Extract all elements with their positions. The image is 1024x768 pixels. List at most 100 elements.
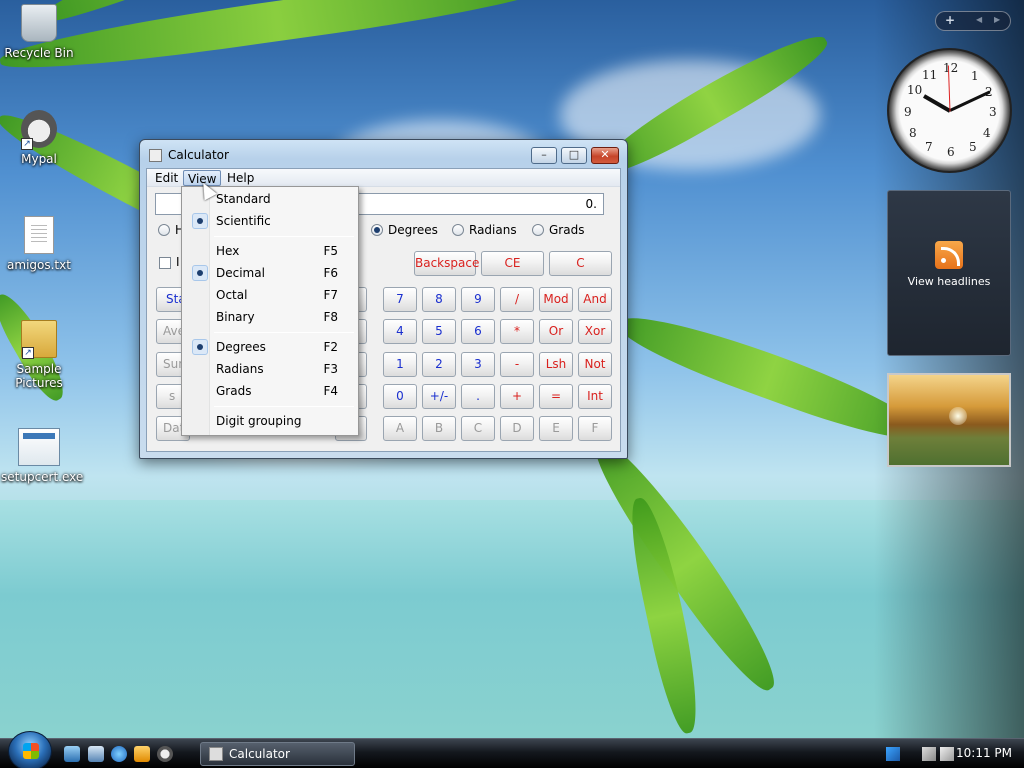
folder-icon: ↗ xyxy=(21,320,57,359)
clear-button[interactable]: C xyxy=(549,251,612,276)
menu-item-label: Digit grouping xyxy=(216,414,302,428)
menu-item-shortcut: F5 xyxy=(323,244,338,258)
menu-item-shortcut: F6 xyxy=(323,266,338,280)
negate-button[interactable]: +/- xyxy=(422,384,456,409)
menu-item-shortcut: F4 xyxy=(323,384,338,398)
menu-item-octal[interactable]: Octal F7 xyxy=(184,284,356,306)
clock-number: 12 xyxy=(943,61,959,75)
digit-1-button[interactable]: 1 xyxy=(383,352,417,377)
digit-7-button[interactable]: 7 xyxy=(383,287,417,312)
menu-separator xyxy=(214,332,354,333)
add-button[interactable]: + xyxy=(500,384,534,409)
view-headlines-label[interactable]: View headlines xyxy=(888,275,1010,288)
hex-a-button[interactable]: A xyxy=(383,416,417,441)
minimize-button[interactable]: – xyxy=(531,147,557,164)
close-button[interactable]: ✕ xyxy=(591,147,619,164)
radio-radians[interactable]: Radians xyxy=(452,223,517,237)
desktop-icon-amigos[interactable]: amigos.txt xyxy=(1,216,77,272)
feed-headlines-gadget[interactable]: View headlines xyxy=(887,190,1011,356)
hex-b-button[interactable]: B xyxy=(422,416,456,441)
not-button[interactable]: Not xyxy=(578,352,612,377)
hex-d-button[interactable]: D xyxy=(500,416,534,441)
menu-item-digit-grouping[interactable]: Digit grouping xyxy=(184,410,356,432)
internet-explorer-icon[interactable] xyxy=(111,746,127,762)
lsh-button[interactable]: Lsh xyxy=(539,352,573,377)
digit-4-button[interactable]: 4 xyxy=(383,319,417,344)
menu-item-radians[interactable]: Radians F3 xyxy=(184,358,356,380)
calculator-app-icon xyxy=(149,149,162,162)
xor-button[interactable]: Xor xyxy=(578,319,612,344)
slideshow-gadget[interactable] xyxy=(887,373,1011,467)
shortcut-arrow-icon: ↗ xyxy=(21,138,33,150)
menu-item-scientific[interactable]: Scientific xyxy=(184,210,356,232)
radio-grads[interactable]: Grads xyxy=(532,223,584,237)
gadget-next-button[interactable]: ▶ xyxy=(994,15,1000,24)
radio-radians-label: Radians xyxy=(469,223,517,237)
subtract-button[interactable]: - xyxy=(500,352,534,377)
security-warning-icon[interactable] xyxy=(922,747,936,761)
mypal-icon: ↗ xyxy=(21,110,57,150)
taskbar-button-calculator[interactable]: Calculator xyxy=(200,742,355,766)
show-desktop-icon[interactable] xyxy=(64,746,80,762)
clock-gadget[interactable]: 12 1 2 3 4 5 6 7 8 9 10 11 xyxy=(887,48,1012,173)
int-button[interactable]: Int xyxy=(578,384,612,409)
rss-feed-icon xyxy=(935,241,963,269)
desktop-icon-setupcert[interactable]: setupcert.exe xyxy=(1,428,83,484)
maximize-button[interactable]: □ xyxy=(561,147,587,164)
digit-3-button[interactable]: 3 xyxy=(461,352,495,377)
volume-muted-icon[interactable] xyxy=(940,747,954,761)
inv-checkbox[interactable] xyxy=(159,257,171,269)
backspace-button[interactable]: Backspace xyxy=(414,251,479,276)
menu-item-label: Binary xyxy=(216,310,255,324)
divide-button[interactable]: / xyxy=(500,287,534,312)
menu-item-degrees[interactable]: Degrees F2 xyxy=(184,336,356,358)
network-icon[interactable] xyxy=(886,747,900,761)
equals-button[interactable]: = xyxy=(539,384,573,409)
digit-9-button[interactable]: 9 xyxy=(461,287,495,312)
hex-e-button[interactable]: E xyxy=(539,416,573,441)
menu-item-label: Degrees xyxy=(216,340,266,354)
digit-8-button[interactable]: 8 xyxy=(422,287,456,312)
menu-edit[interactable]: Edit xyxy=(151,170,182,186)
menu-item-label: Radians xyxy=(216,362,264,376)
hex-f-button[interactable]: F xyxy=(578,416,612,441)
or-button[interactable]: Or xyxy=(539,319,573,344)
switch-windows-icon[interactable] xyxy=(88,746,104,762)
start-button[interactable] xyxy=(8,731,52,768)
menu-item-decimal[interactable]: Decimal F6 xyxy=(184,262,356,284)
taskbar-clock[interactable]: 10:11 PM xyxy=(956,746,1012,760)
add-gadget-button[interactable]: + xyxy=(945,13,955,27)
digit-6-button[interactable]: 6 xyxy=(461,319,495,344)
desktop-icon-label: amigos.txt xyxy=(7,258,71,272)
clock-hour-hand xyxy=(922,93,951,113)
hex-c-button[interactable]: C xyxy=(461,416,495,441)
taskbar-button-label: Calculator xyxy=(229,747,290,761)
mypal-quicklaunch-icon[interactable] xyxy=(157,746,173,762)
clear-entry-button[interactable]: CE xyxy=(481,251,544,276)
decimal-point-button[interactable]: . xyxy=(461,384,495,409)
clock-number: 7 xyxy=(925,140,933,154)
menu-item-label: Standard xyxy=(216,192,271,206)
gadget-prev-button[interactable]: ◀ xyxy=(976,15,982,24)
menu-help[interactable]: Help xyxy=(223,170,258,186)
radio-degrees[interactable]: Degrees xyxy=(371,223,438,237)
menu-item-shortcut: F2 xyxy=(323,340,338,354)
menu-item-label: Scientific xyxy=(216,214,271,228)
clock-number: 8 xyxy=(909,126,917,140)
desktop-icon-mypal[interactable]: ↗ Mypal xyxy=(1,110,77,166)
desktop-icon-recycle-bin[interactable]: Recycle Bin xyxy=(1,4,77,60)
media-player-icon[interactable] xyxy=(134,746,150,762)
digit-0-button[interactable]: 0 xyxy=(383,384,417,409)
multiply-button[interactable]: * xyxy=(500,319,534,344)
digit-5-button[interactable]: 5 xyxy=(422,319,456,344)
mod-button[interactable]: Mod xyxy=(539,287,573,312)
recycle-bin-icon xyxy=(21,4,57,42)
menu-item-grads[interactable]: Grads F4 xyxy=(184,380,356,402)
radio-degrees-label: Degrees xyxy=(388,223,438,237)
and-button[interactable]: And xyxy=(578,287,612,312)
menu-item-binary[interactable]: Binary F8 xyxy=(184,306,356,328)
digit-2-button[interactable]: 2 xyxy=(422,352,456,377)
title-bar[interactable]: Calculator – □ ✕ xyxy=(140,140,627,168)
desktop-icon-sample-pictures[interactable]: ↗ Sample Pictures xyxy=(1,320,77,390)
menu-item-hex[interactable]: Hex F5 xyxy=(184,240,356,262)
